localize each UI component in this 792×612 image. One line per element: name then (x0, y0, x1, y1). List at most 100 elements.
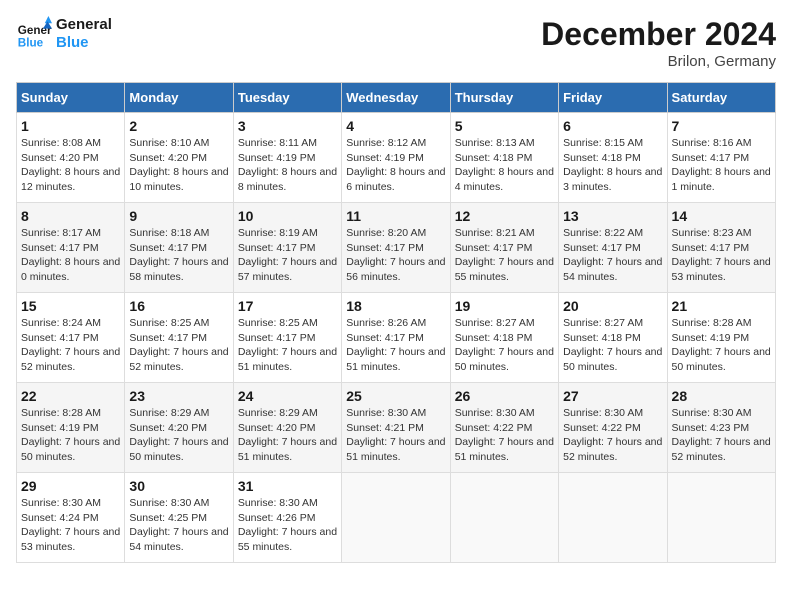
sunset-label: Sunset: 4:17 PM (672, 242, 750, 254)
day-cell-28: 28 Sunrise: 8:30 AM Sunset: 4:23 PM Dayl… (667, 383, 775, 473)
day-cell-15: 15 Sunrise: 8:24 AM Sunset: 4:17 PM Dayl… (17, 293, 125, 383)
day-number: 20 (563, 298, 662, 314)
day-info: Sunrise: 8:25 AM Sunset: 4:17 PM Dayligh… (238, 316, 337, 375)
svg-text:Blue: Blue (18, 37, 44, 50)
day-cell-9: 9 Sunrise: 8:18 AM Sunset: 4:17 PM Dayli… (125, 203, 233, 293)
day-number: 12 (455, 208, 554, 224)
day-info: Sunrise: 8:20 AM Sunset: 4:17 PM Dayligh… (346, 226, 445, 285)
sunset-label: Sunset: 4:19 PM (238, 152, 316, 164)
day-cell-18: 18 Sunrise: 8:26 AM Sunset: 4:17 PM Dayl… (342, 293, 450, 383)
daylight-label: Daylight: 7 hours and 56 minutes. (346, 256, 445, 283)
daylight-label: Daylight: 7 hours and 57 minutes. (238, 256, 337, 283)
header-row: SundayMondayTuesdayWednesdayThursdayFrid… (17, 83, 776, 113)
sunset-label: Sunset: 4:19 PM (346, 152, 424, 164)
day-info: Sunrise: 8:22 AM Sunset: 4:17 PM Dayligh… (563, 226, 662, 285)
day-cell-7: 7 Sunrise: 8:16 AM Sunset: 4:17 PM Dayli… (667, 113, 775, 203)
month-title: December 2024 (541, 16, 776, 53)
sunrise-label: Sunrise: 8:24 AM (21, 317, 101, 329)
sunrise-label: Sunrise: 8:12 AM (346, 137, 426, 149)
day-cell-30: 30 Sunrise: 8:30 AM Sunset: 4:25 PM Dayl… (125, 473, 233, 563)
daylight-label: Daylight: 7 hours and 58 minutes. (129, 256, 228, 283)
daylight-label: Daylight: 8 hours and 3 minutes. (563, 166, 662, 193)
daylight-label: Daylight: 7 hours and 51 minutes. (238, 436, 337, 463)
daylight-label: Daylight: 7 hours and 52 minutes. (672, 436, 771, 463)
col-header-friday: Friday (559, 83, 667, 113)
day-number: 15 (21, 298, 120, 314)
day-number: 3 (238, 118, 337, 134)
sunrise-label: Sunrise: 8:29 AM (129, 407, 209, 419)
day-number: 13 (563, 208, 662, 224)
daylight-label: Daylight: 7 hours and 51 minutes. (455, 436, 554, 463)
empty-cell (559, 473, 667, 563)
day-info: Sunrise: 8:23 AM Sunset: 4:17 PM Dayligh… (672, 226, 771, 285)
day-info: Sunrise: 8:29 AM Sunset: 4:20 PM Dayligh… (238, 406, 337, 465)
day-number: 19 (455, 298, 554, 314)
col-header-thursday: Thursday (450, 83, 558, 113)
day-cell-17: 17 Sunrise: 8:25 AM Sunset: 4:17 PM Dayl… (233, 293, 341, 383)
calendar-table: SundayMondayTuesdayWednesdayThursdayFrid… (16, 82, 776, 563)
col-header-sunday: Sunday (17, 83, 125, 113)
calendar-week-2: 8 Sunrise: 8:17 AM Sunset: 4:17 PM Dayli… (17, 203, 776, 293)
sunrise-label: Sunrise: 8:21 AM (455, 227, 535, 239)
sunrise-label: Sunrise: 8:27 AM (455, 317, 535, 329)
sunrise-label: Sunrise: 8:30 AM (346, 407, 426, 419)
daylight-label: Daylight: 8 hours and 12 minutes. (21, 166, 120, 193)
sunrise-label: Sunrise: 8:30 AM (672, 407, 752, 419)
sunset-label: Sunset: 4:26 PM (238, 512, 316, 524)
day-number: 14 (672, 208, 771, 224)
day-info: Sunrise: 8:25 AM Sunset: 4:17 PM Dayligh… (129, 316, 228, 375)
col-header-saturday: Saturday (667, 83, 775, 113)
day-info: Sunrise: 8:29 AM Sunset: 4:20 PM Dayligh… (129, 406, 228, 465)
title-block: December 2024 Brilon, Germany (541, 16, 776, 70)
sunset-label: Sunset: 4:17 PM (455, 242, 533, 254)
day-cell-13: 13 Sunrise: 8:22 AM Sunset: 4:17 PM Dayl… (559, 203, 667, 293)
day-cell-20: 20 Sunrise: 8:27 AM Sunset: 4:18 PM Dayl… (559, 293, 667, 383)
day-info: Sunrise: 8:15 AM Sunset: 4:18 PM Dayligh… (563, 136, 662, 195)
sunrise-label: Sunrise: 8:18 AM (129, 227, 209, 239)
day-info: Sunrise: 8:10 AM Sunset: 4:20 PM Dayligh… (129, 136, 228, 195)
day-info: Sunrise: 8:18 AM Sunset: 4:17 PM Dayligh… (129, 226, 228, 285)
sunset-label: Sunset: 4:18 PM (455, 332, 533, 344)
sunset-label: Sunset: 4:17 PM (21, 242, 99, 254)
day-info: Sunrise: 8:21 AM Sunset: 4:17 PM Dayligh… (455, 226, 554, 285)
day-info: Sunrise: 8:16 AM Sunset: 4:17 PM Dayligh… (672, 136, 771, 195)
sunrise-label: Sunrise: 8:30 AM (455, 407, 535, 419)
daylight-label: Daylight: 8 hours and 4 minutes. (455, 166, 554, 193)
sunrise-label: Sunrise: 8:27 AM (563, 317, 643, 329)
day-cell-8: 8 Sunrise: 8:17 AM Sunset: 4:17 PM Dayli… (17, 203, 125, 293)
day-number: 26 (455, 388, 554, 404)
day-number: 22 (21, 388, 120, 404)
daylight-label: Daylight: 7 hours and 50 minutes. (455, 346, 554, 373)
day-number: 27 (563, 388, 662, 404)
sunset-label: Sunset: 4:19 PM (672, 332, 750, 344)
sunrise-label: Sunrise: 8:16 AM (672, 137, 752, 149)
empty-cell (342, 473, 450, 563)
sunrise-label: Sunrise: 8:10 AM (129, 137, 209, 149)
sunrise-label: Sunrise: 8:28 AM (21, 407, 101, 419)
daylight-label: Daylight: 7 hours and 50 minutes. (563, 346, 662, 373)
day-number: 1 (21, 118, 120, 134)
day-info: Sunrise: 8:13 AM Sunset: 4:18 PM Dayligh… (455, 136, 554, 195)
sunset-label: Sunset: 4:18 PM (455, 152, 533, 164)
sunset-label: Sunset: 4:20 PM (238, 422, 316, 434)
sunrise-label: Sunrise: 8:25 AM (238, 317, 318, 329)
day-info: Sunrise: 8:30 AM Sunset: 4:22 PM Dayligh… (563, 406, 662, 465)
day-number: 18 (346, 298, 445, 314)
sunrise-label: Sunrise: 8:15 AM (563, 137, 643, 149)
sunset-label: Sunset: 4:17 PM (21, 332, 99, 344)
day-info: Sunrise: 8:08 AM Sunset: 4:20 PM Dayligh… (21, 136, 120, 195)
day-number: 24 (238, 388, 337, 404)
calendar-week-5: 29 Sunrise: 8:30 AM Sunset: 4:24 PM Dayl… (17, 473, 776, 563)
sunrise-label: Sunrise: 8:13 AM (455, 137, 535, 149)
daylight-label: Daylight: 7 hours and 52 minutes. (21, 346, 120, 373)
day-number: 6 (563, 118, 662, 134)
sunset-label: Sunset: 4:24 PM (21, 512, 99, 524)
col-header-wednesday: Wednesday (342, 83, 450, 113)
logo-line2: Blue (56, 34, 112, 52)
sunrise-label: Sunrise: 8:30 AM (21, 497, 101, 509)
day-info: Sunrise: 8:30 AM Sunset: 4:22 PM Dayligh… (455, 406, 554, 465)
col-header-tuesday: Tuesday (233, 83, 341, 113)
day-number: 17 (238, 298, 337, 314)
day-info: Sunrise: 8:30 AM Sunset: 4:21 PM Dayligh… (346, 406, 445, 465)
day-cell-23: 23 Sunrise: 8:29 AM Sunset: 4:20 PM Dayl… (125, 383, 233, 473)
